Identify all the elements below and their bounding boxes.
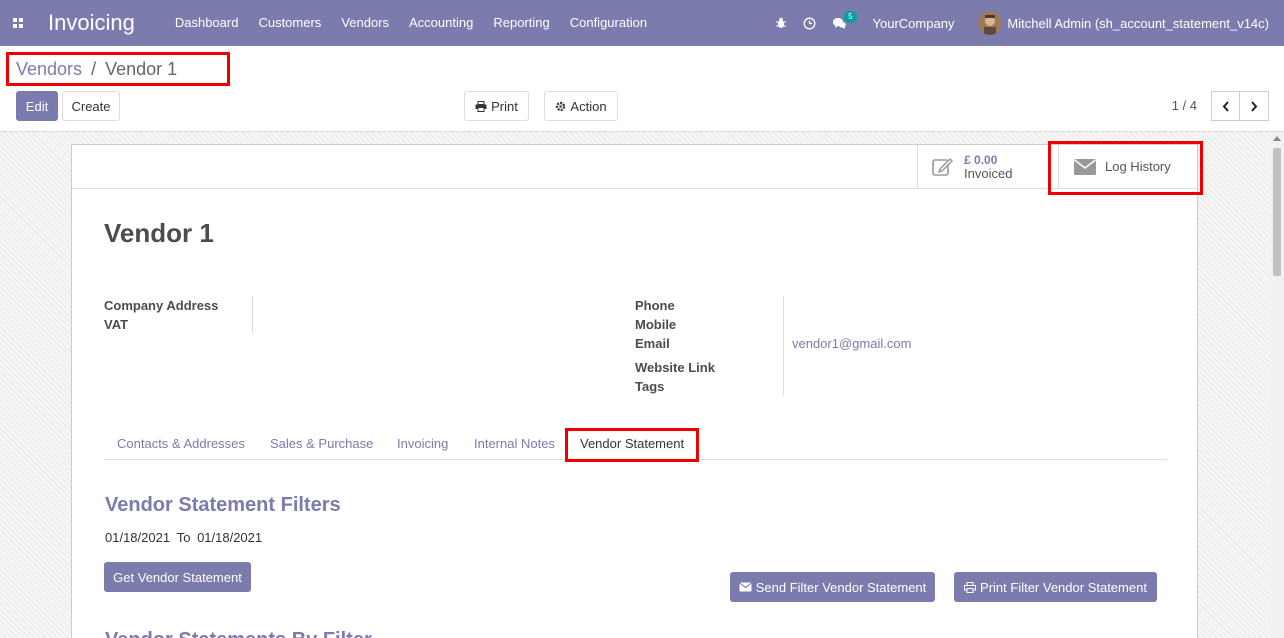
statements-by-filter-title: Vendor Statements By Filter — [105, 629, 372, 638]
gear-icon — [556, 101, 566, 111]
pager-next-button[interactable] — [1240, 91, 1269, 121]
print-button[interactable]: Print — [464, 91, 529, 121]
menu-accounting[interactable]: Accounting — [399, 0, 483, 46]
vertical-scrollbar[interactable] — [1270, 132, 1284, 638]
invoiced-label: Invoiced — [964, 166, 1013, 181]
menu-customers[interactable]: Customers — [248, 0, 331, 46]
email-label: Email — [635, 336, 670, 351]
control-panel: Vendors / Vendor 1 Edit Create Print Act… — [0, 46, 1284, 132]
company-address-label: Company Address — [104, 298, 219, 313]
menu-vendors[interactable]: Vendors — [331, 0, 399, 46]
action-label: Action — [570, 98, 607, 114]
action-button[interactable]: Action — [544, 91, 618, 121]
tab-invoicing[interactable]: Invoicing — [397, 436, 448, 451]
apps-menu-icon[interactable] — [2, 0, 34, 46]
notebook-tabs: Contacts & Addresses Sales & Purchase In… — [104, 428, 1167, 462]
tab-contacts-addresses[interactable]: Contacts & Addresses — [117, 436, 245, 451]
edit-button[interactable]: Edit — [16, 91, 58, 121]
print-label: Print — [491, 98, 518, 114]
menu-reporting[interactable]: Reporting — [483, 0, 559, 46]
form-sheet: £ 0.00 Invoiced Log History Vendor 1 Com… — [71, 141, 1203, 638]
invoiced-value: £ 0.00 — [964, 153, 998, 167]
user-menu[interactable]: Mitchell Admin (sh_account_statement_v14… — [1007, 16, 1269, 31]
breadcrumb-vendors[interactable]: Vendors — [16, 59, 82, 79]
record-title: Vendor 1 — [104, 218, 214, 248]
chevron-left-icon — [1222, 100, 1229, 112]
app-title[interactable]: Invoicing — [48, 10, 135, 36]
tab-sales-purchase[interactable]: Sales & Purchase — [270, 436, 373, 451]
chevron-right-icon — [1251, 100, 1258, 112]
website-link-label: Website Link — [635, 360, 715, 375]
get-vendor-statement-button[interactable]: Get Vendor Statement — [104, 562, 251, 592]
navbar-systray: 5 YourCompany Mitchell Admin (sh_account… — [767, 0, 1284, 46]
vat-label: VAT — [104, 317, 129, 332]
activity-clock-icon[interactable] — [803, 17, 816, 30]
smart-button-box: £ 0.00 Invoiced Log History — [72, 141, 1203, 195]
print-icon — [475, 100, 487, 112]
date-to-label: To — [176, 530, 191, 545]
date-to[interactable]: 01/18/2021 — [197, 530, 262, 545]
pager-value[interactable]: 1 / 4 — [1172, 98, 1197, 113]
date-from[interactable]: 01/18/2021 — [105, 530, 170, 545]
tags-label: Tags — [635, 379, 665, 394]
top-navbar: Invoicing Dashboard Customers Vendors Ac… — [0, 0, 1284, 46]
create-button[interactable]: Create — [62, 91, 120, 121]
breadcrumb-separator: / — [91, 59, 97, 79]
tab-internal-notes[interactable]: Internal Notes — [474, 436, 555, 451]
tab-vendor-statement[interactable]: Vendor Statement — [580, 436, 684, 451]
breadcrumb-current: Vendor 1 — [105, 59, 178, 79]
log-history-highlight — [1048, 141, 1203, 195]
print-icon — [964, 581, 977, 593]
email-value[interactable]: vendor1@gmail.com — [792, 336, 911, 351]
pager-buttons — [1211, 91, 1269, 121]
mobile-label: Mobile — [635, 317, 677, 332]
chat-badge: 5 — [844, 10, 857, 23]
phone-label: Phone — [635, 298, 675, 313]
envelope-icon — [739, 582, 752, 592]
print-filter-vendor-statement-button[interactable]: Print Filter Vendor Statement — [954, 572, 1157, 602]
scrollbar-thumb[interactable] — [1273, 148, 1281, 276]
company-switcher[interactable]: YourCompany — [873, 16, 955, 31]
print-filter-label: Print Filter Vendor Statement — [980, 579, 1147, 595]
messages-chat-icon[interactable]: 5 — [832, 10, 857, 30]
edit-pencil-icon — [932, 157, 954, 176]
invoiced-smart-button[interactable]: £ 0.00 Invoiced — [917, 145, 1058, 189]
user-avatar[interactable] — [978, 11, 1003, 35]
statement-filters-title: Vendor Statement Filters — [105, 494, 341, 516]
menu-configuration[interactable]: Configuration — [560, 0, 657, 46]
right-field-divider — [783, 296, 784, 396]
send-filter-vendor-statement-button[interactable]: Send Filter Vendor Statement — [730, 572, 935, 602]
form-content-area: £ 0.00 Invoiced Log History Vendor 1 Com… — [0, 132, 1284, 638]
send-filter-label: Send Filter Vendor Statement — [755, 579, 927, 595]
filter-date-range: 01/18/2021 To 01/18/2021 — [105, 530, 262, 545]
menu-dashboard[interactable]: Dashboard — [165, 0, 249, 46]
main-menu: Dashboard Customers Vendors Accounting R… — [165, 0, 657, 46]
left-field-divider — [252, 296, 253, 334]
breadcrumb: Vendors / Vendor 1 — [16, 59, 177, 80]
pager-previous-button[interactable] — [1211, 91, 1240, 121]
scroll-up-arrow-icon[interactable] — [1273, 136, 1281, 141]
debug-bug-icon[interactable] — [775, 17, 787, 29]
